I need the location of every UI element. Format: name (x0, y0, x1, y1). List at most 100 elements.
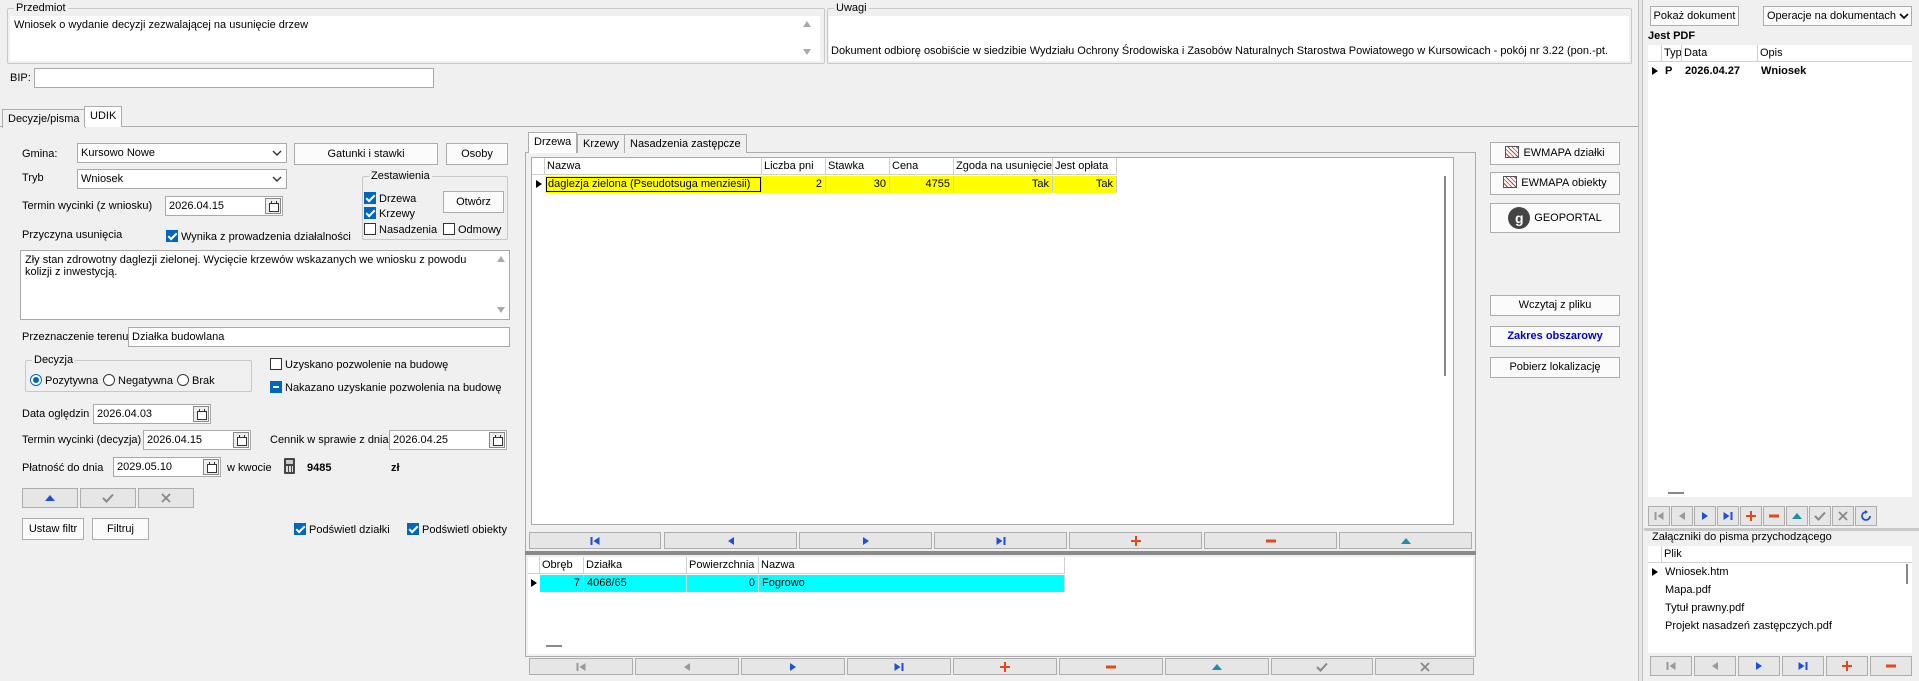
pobierz-button[interactable]: Pobierz lokalizację (1490, 357, 1620, 378)
podswietl-obiekty-checkbox[interactable]: Podświetl obiekty (407, 523, 507, 536)
calendar-icon[interactable] (193, 406, 209, 422)
nav-add-button[interactable] (1069, 532, 1202, 549)
nav-next-button[interactable] (1738, 656, 1780, 676)
nav-first-button[interactable] (1648, 506, 1670, 526)
nav-confirm-button[interactable] (1809, 506, 1831, 526)
calculator-icon[interactable] (284, 458, 295, 474)
przeznaczenie-input[interactable]: Działka budowlana (128, 327, 510, 347)
file-name[interactable]: Tytuł prawny.pdf (1662, 600, 1898, 617)
podswietl-dzialki-checkbox[interactable]: Podświetl działki (294, 523, 390, 536)
calendar-icon[interactable] (489, 432, 505, 448)
chevron-down-icon[interactable] (271, 173, 283, 185)
radio-empty-icon[interactable] (177, 374, 189, 386)
table-row[interactable]: P 2026.04.27 Wniosek (1648, 63, 1912, 80)
table-cell[interactable]: 4068/65 (584, 575, 687, 592)
table-cell[interactable]: Tak (954, 176, 1053, 193)
otworz-button[interactable]: Otwórz (443, 191, 504, 213)
termin-wycinki-wn-input[interactable]: 2026.04.15 (165, 196, 283, 216)
zakres-button[interactable]: Zakres obszarowy (1490, 326, 1620, 347)
nav-last-button[interactable] (1717, 506, 1739, 526)
ewmapa-dzialki-button[interactable]: EWMAPA działki (1490, 142, 1620, 165)
list-item[interactable]: Projekt nasadzeń zastępczych.pdf (1648, 618, 1898, 635)
nav-refresh-button[interactable] (1855, 506, 1877, 526)
przyczyna-scrollbar[interactable] (494, 251, 508, 319)
hscroll-thumb[interactable] (1668, 492, 1684, 494)
geoportal-button[interactable]: g GEOPORTAL (1490, 203, 1620, 233)
nav-first-button[interactable] (529, 658, 633, 675)
tab-krzewy[interactable]: Krzewy (577, 134, 626, 153)
nav-add-button[interactable] (1740, 506, 1762, 526)
column-header[interactable]: Opis (1758, 45, 1912, 62)
operacje-button[interactable]: Operacje na dokumentach (1763, 6, 1912, 26)
table-cell[interactable]: 2 (762, 176, 826, 193)
osoby-button[interactable]: Osoby (446, 143, 508, 165)
drzewa-checkbox[interactable]: Drzewa (364, 192, 416, 205)
file-name[interactable]: Mapa.pdf (1662, 582, 1898, 599)
nav-first-button[interactable] (1650, 656, 1692, 676)
file-name[interactable]: Projekt nasadzeń zastępczych.pdf (1662, 618, 1898, 635)
checkbox-empty-icon[interactable] (270, 358, 282, 370)
chevron-down-icon[interactable] (271, 147, 283, 159)
tryb-combo[interactable]: Wniosek (77, 169, 287, 189)
table-cell[interactable]: 7 (540, 575, 584, 592)
table-cell[interactable]: 30 (826, 176, 890, 193)
list-item[interactable]: Tytuł prawny.pdf (1648, 600, 1898, 617)
krzewy-checkbox[interactable]: Krzewy (364, 207, 415, 220)
uzyskano-checkbox[interactable]: Uzyskano pozwolenie na budowę (270, 358, 448, 371)
przedmiot-scrollbar[interactable] (800, 17, 814, 60)
przyczyna-textarea[interactable]: Zły stan zdrowotny daglezji zielonej. Wy… (20, 250, 510, 320)
checkbox-checked-icon[interactable] (166, 230, 178, 242)
table-cell[interactable]: 0 (687, 575, 759, 592)
gmina-combo[interactable]: Kursowo Nowe (77, 143, 287, 163)
checkbox-indeterminate-icon[interactable] (270, 381, 282, 393)
scroll-up-icon[interactable] (497, 256, 505, 262)
nav-prev-button[interactable] (635, 658, 739, 675)
tab-udik[interactable]: UDIK (84, 106, 123, 127)
column-header[interactable]: Działka (584, 557, 687, 574)
radio-empty-icon[interactable] (103, 374, 115, 386)
wynika-checkbox[interactable]: Wynika z prowadzenia działalności (166, 230, 351, 243)
right-panel-separator[interactable] (1638, 0, 1643, 681)
checkbox-checked-icon[interactable] (364, 192, 376, 204)
scroll-thumb[interactable] (1906, 564, 1908, 584)
column-header[interactable]: Jest opłata (1053, 158, 1117, 175)
tab-decyzje-pisma[interactable]: Decyzje/pisma (2, 109, 86, 128)
brak-radio[interactable]: Brak (177, 374, 215, 387)
column-header[interactable]: Cena (890, 158, 954, 175)
nav-prev-button[interactable] (1671, 506, 1693, 526)
nav-up-button[interactable] (1786, 506, 1808, 526)
nav-last-button[interactable] (934, 532, 1067, 549)
nav-delete-button[interactable] (1870, 656, 1912, 676)
table-cell[interactable]: P (1662, 63, 1682, 80)
nav-next-button[interactable] (799, 532, 932, 549)
pozytywna-radio[interactable]: Pozytywna (30, 374, 98, 387)
gatunki-button[interactable]: Gatunki i stawki (294, 143, 438, 165)
column-header[interactable]: Liczba pni (762, 158, 826, 175)
table-row[interactable]: daglezja zielona (Pseudotsuga menziesii)… (532, 176, 1117, 193)
negatywna-radio[interactable]: Negatywna (103, 374, 173, 387)
table-cell[interactable]: Fogrowo (759, 575, 1065, 592)
ewmapa-obiekty-button[interactable]: EWMAPA obiekty (1490, 172, 1620, 195)
scroll-down-icon[interactable] (803, 49, 811, 55)
list-item[interactable]: Mapa.pdf (1648, 582, 1898, 599)
checkbox-checked-icon[interactable] (364, 207, 376, 219)
column-header[interactable]: Data (1682, 45, 1758, 62)
column-header[interactable]: Obręb (540, 557, 584, 574)
odmowy-checkbox[interactable]: Odmowy (443, 223, 501, 236)
nav-up-button[interactable] (1339, 532, 1472, 549)
tab-drzewa[interactable]: Drzewa (528, 132, 578, 153)
table-cell[interactable]: 2026.04.27 (1682, 63, 1758, 80)
cennik-input[interactable]: 2026.04.25 (389, 430, 507, 450)
wczytaj-button[interactable]: Wczytaj z pliku (1490, 295, 1620, 316)
list-item[interactable]: Wniosek.htm (1648, 564, 1898, 581)
nav-last-button[interactable] (1782, 656, 1824, 676)
splitter[interactable] (525, 551, 1476, 555)
ustaw-filtr-button[interactable]: Ustaw filtr (22, 518, 84, 540)
column-header[interactable]: Powierzchnia (687, 557, 759, 574)
checkbox-checked-icon[interactable] (294, 523, 306, 535)
table-cell[interactable]: 4755 (890, 176, 954, 193)
nav-prev-button[interactable] (664, 532, 797, 549)
calendar-icon[interactable] (265, 198, 281, 214)
hscroll-thumb[interactable] (546, 645, 562, 647)
nav-last-button[interactable] (847, 658, 951, 675)
